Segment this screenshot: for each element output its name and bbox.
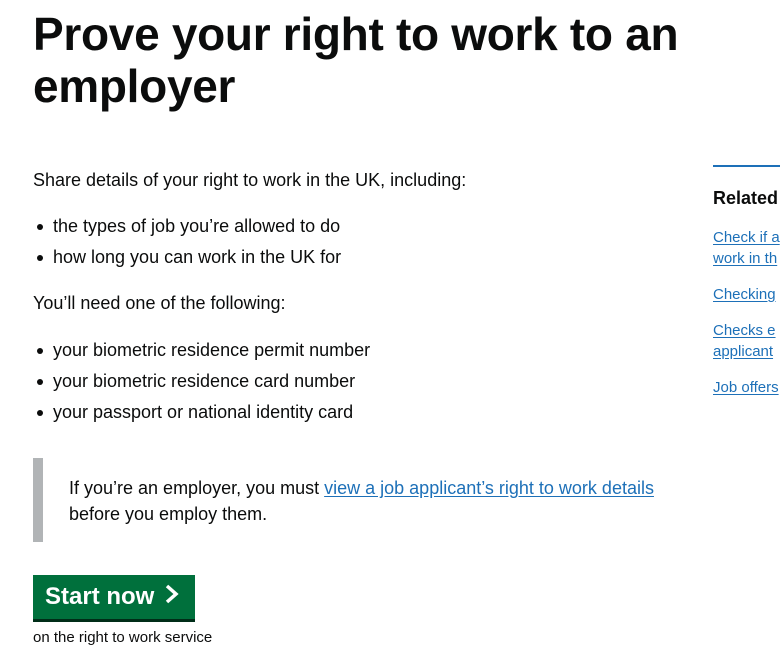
list-item: Job offers bbox=[713, 377, 780, 398]
list-item: your passport or national identity card bbox=[33, 400, 370, 431]
inset-suffix: before you employ them. bbox=[69, 504, 268, 524]
related-link-checks-applicant[interactable]: Checks e applicant bbox=[713, 320, 780, 362]
start-caption: on the right to work service bbox=[33, 629, 213, 646]
start-now-button[interactable]: Start now bbox=[33, 575, 195, 619]
related-link-line: Checks e bbox=[713, 322, 776, 339]
view-right-to-work-link[interactable]: view a job applicant’s right to work det… bbox=[324, 478, 654, 498]
list-item: Checks e applicant bbox=[713, 320, 780, 362]
requirements-bullet-list: your biometric residence permit number y… bbox=[33, 338, 370, 431]
related-content-sidebar: Related Check if a work in th Checking C… bbox=[713, 165, 780, 425]
page: Prove your right to work to an employer … bbox=[0, 0, 780, 649]
page-title: Prove your right to work to an employer bbox=[33, 8, 679, 112]
list-item: Check if a work in th bbox=[713, 227, 780, 269]
list-item: the types of job you’re allowed to do bbox=[33, 214, 341, 245]
related-links: Check if a work in th Checking Checks e … bbox=[713, 227, 780, 413]
inset-text: If you’re an employer, you must view a j… bbox=[69, 475, 689, 527]
requirements-text: You’ll need one of the following: bbox=[33, 293, 286, 313]
employer-inset: If you’re an employer, you must view a j… bbox=[33, 458, 673, 542]
related-heading: Related bbox=[713, 188, 779, 208]
list-item: how long you can work in the UK for bbox=[33, 245, 341, 276]
related-link-job-offers[interactable]: Job offers bbox=[713, 377, 780, 398]
inset-prefix: If you’re an employer, you must bbox=[69, 478, 325, 498]
related-link-check-if-allowed[interactable]: Check if a work in th bbox=[713, 227, 780, 269]
related-link-line: work in th bbox=[713, 250, 778, 267]
intro-bullet-list: the types of job you’re allowed to do ho… bbox=[33, 214, 341, 276]
chevron-right-icon bbox=[164, 583, 180, 611]
related-link-line: Check if a bbox=[713, 229, 780, 246]
related-link-checking[interactable]: Checking bbox=[713, 284, 780, 305]
list-item: Checking bbox=[713, 284, 780, 305]
list-item: your biometric residence permit number bbox=[33, 338, 370, 369]
intro-text: Share details of your right to work in t… bbox=[33, 170, 467, 190]
start-button-label: Start now bbox=[45, 583, 155, 610]
list-item: your biometric residence card number bbox=[33, 369, 370, 400]
sidebar-rule bbox=[713, 165, 780, 167]
related-link-line: applicant bbox=[713, 343, 774, 360]
